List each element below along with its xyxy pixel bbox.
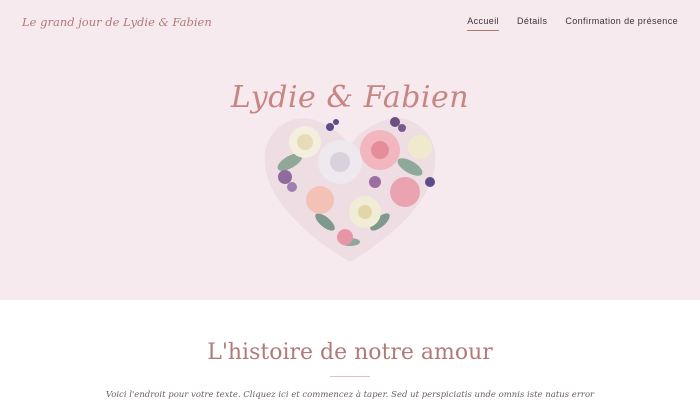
main-nav: Accueil Détails Confirmation de présence [467, 16, 678, 31]
site-brand[interactable]: Le grand jour de Lydie & Fabien [22, 15, 212, 29]
nav-confirmation[interactable]: Confirmation de présence [565, 16, 678, 31]
title-divider [330, 376, 370, 377]
hero-section: Le grand jour de Lydie & Fabien Accueil … [0, 0, 700, 300]
nav-accueil[interactable]: Accueil [467, 16, 500, 31]
story-text: Voici l'endroit pour votre texte. Clique… [105, 390, 595, 400]
story-title: L'histoire de notre amour [207, 340, 493, 365]
hero-title: Lydie & Fabien [230, 80, 470, 115]
nav-details[interactable]: Détails [517, 16, 547, 31]
